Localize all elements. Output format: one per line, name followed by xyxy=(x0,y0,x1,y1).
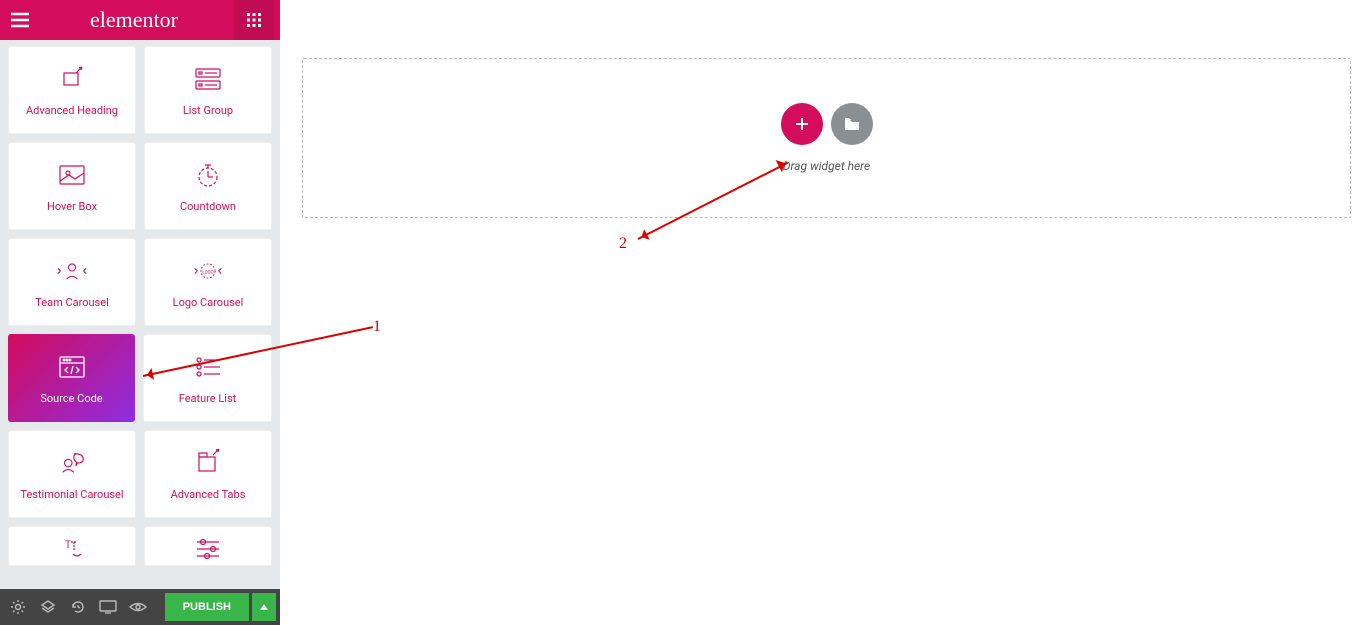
hover-box-icon xyxy=(57,160,87,190)
team-carousel-icon xyxy=(57,256,87,286)
advanced-heading-icon xyxy=(57,64,87,94)
widget-label: Testimonial Carousel xyxy=(16,488,127,501)
widget-advanced-tabs[interactable]: Advanced Tabs xyxy=(144,430,272,518)
widget-label: Source Code xyxy=(36,392,106,405)
widgets-grid-icon[interactable] xyxy=(234,0,274,40)
widget-partial-2[interactable] xyxy=(144,526,272,566)
widget-logo-carousel[interactable]: LOGO Logo Carousel xyxy=(144,238,272,326)
widget-partial-1[interactable]: T xyxy=(8,526,136,566)
elementor-logo: elementor xyxy=(90,7,178,33)
widget-label: Advanced Heading xyxy=(22,104,122,117)
widget-team-carousel[interactable]: Team Carousel xyxy=(8,238,136,326)
elementor-sidebar: elementor Advanced Heading List Group xyxy=(0,0,280,625)
testimonial-carousel-icon xyxy=(57,448,87,478)
text-path-icon: T xyxy=(57,533,87,563)
widget-hover-box[interactable]: Hover Box xyxy=(8,142,136,230)
widget-label: List Group xyxy=(179,104,237,117)
add-section-button[interactable] xyxy=(781,103,823,145)
svg-text:LOGO: LOGO xyxy=(202,269,213,275)
drop-zone-hint: Drag widget here xyxy=(783,159,870,173)
settings-icon[interactable] xyxy=(4,593,32,621)
sidebar-footer: PUBLISH xyxy=(0,589,280,625)
countdown-icon xyxy=(193,160,223,190)
widget-label: Countdown xyxy=(176,200,240,213)
sliders-icon xyxy=(193,533,223,563)
feature-list-icon xyxy=(193,352,223,382)
widget-testimonial-carousel[interactable]: Testimonial Carousel xyxy=(8,430,136,518)
navigator-icon[interactable] xyxy=(34,593,62,621)
widget-label: Advanced Tabs xyxy=(167,488,250,501)
widget-label: Logo Carousel xyxy=(169,296,248,309)
preview-icon[interactable] xyxy=(124,593,152,621)
widget-advanced-heading[interactable]: Advanced Heading xyxy=(8,46,136,134)
template-library-button[interactable] xyxy=(831,103,873,145)
editor-canvas: Drag widget here xyxy=(280,0,1361,625)
logo-carousel-icon: LOGO xyxy=(193,256,223,286)
widgets-panel[interactable]: Advanced Heading List Group Hover Box xyxy=(0,40,280,589)
widget-countdown[interactable]: Countdown xyxy=(144,142,272,230)
responsive-icon[interactable] xyxy=(94,593,122,621)
source-code-icon xyxy=(57,352,87,382)
widget-label: Team Carousel xyxy=(31,296,113,309)
publish-button[interactable]: PUBLISH xyxy=(165,593,249,621)
drop-zone[interactable]: Drag widget here xyxy=(302,58,1351,218)
list-group-icon xyxy=(193,64,223,94)
widget-feature-list[interactable]: Feature List xyxy=(143,334,272,422)
drop-zone-actions xyxy=(781,103,873,145)
widget-label: Feature List xyxy=(175,392,241,405)
history-icon[interactable] xyxy=(64,593,92,621)
svg-text:T: T xyxy=(65,540,71,551)
widget-label: Hover Box xyxy=(43,200,101,213)
widget-source-code[interactable]: Source Code xyxy=(8,334,135,422)
publish-dropdown[interactable] xyxy=(252,593,276,621)
sidebar-header: elementor xyxy=(0,0,280,40)
advanced-tabs-icon xyxy=(193,448,223,478)
widget-list-group[interactable]: List Group xyxy=(144,46,272,134)
menu-icon[interactable] xyxy=(6,6,34,34)
